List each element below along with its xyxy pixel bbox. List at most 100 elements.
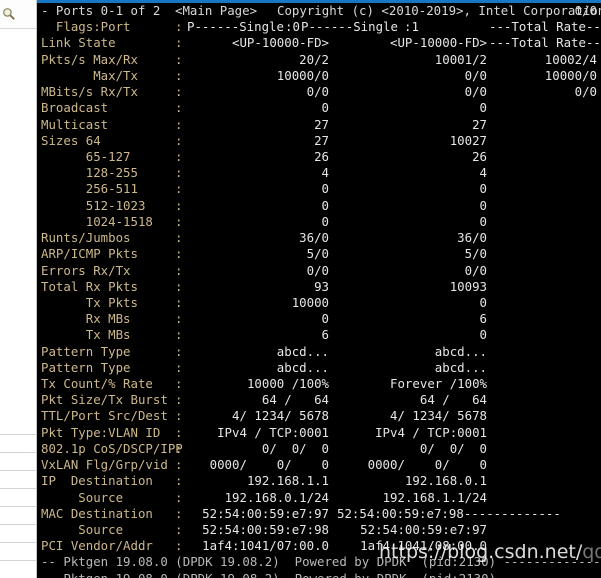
stat-row: IP Destination:192.168.1.1 192.168.0.1	[37, 473, 601, 489]
stat-value-port0: 0	[321, 100, 329, 116]
stat-value-port1: abcd...	[434, 343, 487, 359]
stat-label: PCI Vendor/Addr	[41, 538, 153, 554]
stat-row: Source:52:54:00:59:e7:98 52:54:00:59:e7:9…	[37, 522, 601, 538]
stat-row: MAC Destination:52:54:00:59:e7:97 52:54:0…	[37, 506, 601, 522]
flags-port0: P------Single	[187, 19, 284, 35]
stat-row: Pattern Type: abcd... abcd...	[37, 360, 601, 376]
stat-label: IP Destination	[41, 473, 153, 489]
panel-divider	[0, 452, 36, 453]
stat-label: 512-1023	[41, 197, 146, 213]
stat-label: Broadcast	[41, 100, 109, 116]
stat-value-port1: IPv4 / TCP:0001	[375, 424, 487, 440]
pktgen-banner: -- Pktgen 19.08.0 (DPDK 19.08.2) Powered…	[41, 554, 601, 570]
stat-row: Runts/Jumbos:36/0 36/0	[37, 230, 601, 246]
stat-label: Pattern Type	[41, 343, 131, 359]
stat-value-port1: 36/0	[457, 230, 487, 246]
stat-value-port0: 0000/ 0/ 0	[209, 457, 329, 473]
stat-value-port0: 6	[321, 327, 329, 343]
stat-value-port1: 0/ 0/ 0	[419, 440, 487, 456]
stat-value-port0: 10000 /100%	[246, 376, 329, 392]
stat-label: Multicast	[41, 116, 109, 132]
stat-row: Source:192.168.0.1/24 192.168.1.1/24	[37, 490, 601, 506]
stat-row: Pkt Type:VLAN ID: IPv4 / TCP:0001 IPv4 / T…	[37, 425, 601, 441]
stat-value-port0: 0	[321, 181, 329, 197]
pktgen-banner: -- Pktgen 19.08.0 (DPDK 19.08.2) Powered…	[41, 571, 601, 578]
stat-value-port0: 0/0	[306, 84, 329, 100]
stat-value-port1: <UP-10000-FD>	[390, 35, 487, 51]
stat-value-port1: 10093	[449, 278, 487, 294]
stat-label: TTL/Port Src/Dest	[41, 408, 168, 424]
stat-label: 802.1p CoS/DSCP/IPP	[41, 440, 183, 456]
stat-row: 256-511:0 0	[37, 181, 601, 197]
footer-banner-2: -- Pktgen 19.08.0 (DPDK 19.08.2) Powered…	[37, 571, 601, 578]
stat-value-port0: 36/0	[299, 230, 329, 246]
stat-value-port1: 52:54:00:59:e7:98-------------	[337, 505, 561, 521]
panel-divider	[0, 434, 36, 435]
flags-total: ---Total Rate---	[489, 19, 601, 35]
stat-value-port1: abcd...	[434, 359, 487, 375]
stat-label: Pkt Size/Tx Burst	[41, 392, 168, 408]
stat-label: VxLAN Flg/Grp/vid	[41, 457, 168, 473]
flags-port1: P------Single	[301, 19, 398, 35]
stat-value-port0: 20/2	[299, 51, 329, 67]
stat-value-port0: 1af4:1041/07:00.0	[202, 538, 329, 554]
stat-value-port1: 0/0	[464, 262, 487, 278]
stat-row: 128-255:4 4	[37, 165, 601, 181]
search-icon[interactable]	[2, 7, 16, 21]
stat-value-port1: 26	[472, 148, 487, 164]
panel-divider	[0, 542, 36, 543]
stat-row: Tx Pkts:10000 0	[37, 295, 601, 311]
footer-banner-1: -- Pktgen 19.08.0 (DPDK 19.08.2) Powered…	[37, 554, 601, 570]
header-rate: 0/0	[574, 3, 597, 18]
header-row: - Ports 0-1 of 2 <Main Page> Copyright (…	[37, 3, 601, 19]
stat-value-port1: 4/ 1234/ 5678	[390, 408, 487, 424]
stat-value-port0: 0	[321, 197, 329, 213]
stat-value-port0: 27	[314, 116, 329, 132]
stat-value-port0: abcd...	[276, 343, 329, 359]
stat-row: Rx MBs:0 6	[37, 311, 601, 327]
terminal-window[interactable]: - Ports 0-1 of 2 <Main Page> Copyright (…	[37, 0, 601, 578]
stat-row: 802.1p CoS/DSCP/IPP:0/ 0/ 0 0/ 0/ 0	[37, 441, 601, 457]
ports-indicator: - Ports 0-1 of 2	[41, 3, 161, 18]
stat-value-port0: 0/0	[306, 262, 329, 278]
stat-value-port0: 64 / 64	[261, 392, 329, 408]
stat-row: Link State: <UP-10000-FD> <UP-10000-FD> ---…	[37, 35, 601, 51]
stat-value-port0: 10000/0	[276, 67, 329, 83]
stat-label: Link State	[41, 35, 116, 51]
stat-value-port1: 0	[479, 197, 487, 213]
stat-value-port0: 0	[321, 213, 329, 229]
stat-value-port1: 0/0	[464, 67, 487, 83]
stat-label: Pkt Type:VLAN ID	[41, 424, 161, 440]
stat-label: MAC Destination	[41, 505, 153, 521]
stat-row: VxLAN Flg/Grp/vid:0000/ 0/ 0 0000/ 0/ 0	[37, 457, 601, 473]
stat-row: MBits/s Rx/Tx:0/0 0/0 0/0	[37, 84, 601, 100]
stat-value-port1: 52:54:00:59:e7:97	[360, 522, 487, 537]
stat-label: Tx Count/% Rate	[41, 376, 153, 392]
stat-row: Tx MBs:6 0	[37, 327, 601, 343]
page-title: <Main Page>	[175, 3, 258, 18]
stat-row: TTL/Port Src/Dest:4/ 1234/ 5678 4/ 1234/ …	[37, 408, 601, 424]
stat-row: Multicast:27 27	[37, 117, 601, 133]
stat-value-port0: 52:54:00:59:e7:97	[202, 505, 329, 521]
stats-table: Link State: <UP-10000-FD> <UP-10000-FD> ---…	[37, 35, 601, 554]
stat-value-port0: IPv4 / TCP:0001	[217, 424, 329, 440]
stat-row: Pkts/s Max/Rx:20/2 10001/2 10002/4	[37, 52, 601, 68]
stat-label: Tx MBs	[41, 327, 131, 343]
stat-row: 512-1023:0 0	[37, 198, 601, 214]
stat-label: 1024-1518	[41, 213, 153, 229]
stat-label: 128-255	[41, 165, 138, 181]
stat-value-port0: 26	[314, 148, 329, 164]
stat-row: Broadcast:0 0	[37, 100, 601, 116]
stat-label: Source	[41, 522, 124, 537]
stat-row: Pattern Type: abcd... abcd...	[37, 344, 601, 360]
terminal-content: - Ports 0-1 of 2 <Main Page> Copyright (…	[37, 3, 601, 578]
stat-value-port1: 64 / 64	[419, 392, 487, 408]
stat-row: Tx Count/% Rate:10000 /100% Forever /100%	[37, 376, 601, 392]
stat-value-port1: 1af4:1041/08:00.0	[360, 538, 487, 554]
flags-port1-id: :1	[404, 19, 419, 35]
stat-value-port0: 5/0	[306, 246, 329, 262]
stat-value-total: 0/0	[574, 84, 597, 100]
left-side-panel	[0, 0, 37, 578]
stat-row: Total Rx Pkts:93 10093	[37, 279, 601, 295]
stat-row: ARP/ICMP Pkts:5/0 5/0	[37, 246, 601, 262]
